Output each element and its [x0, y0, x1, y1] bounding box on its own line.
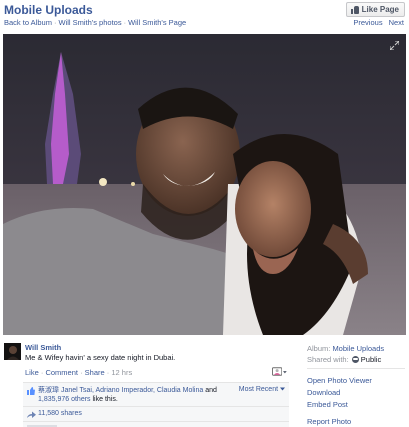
- author-name[interactable]: Will Smith: [25, 343, 61, 352]
- share-icon: [27, 411, 36, 418]
- breadcrumb-separator: ·: [53, 18, 57, 27]
- audience-selector[interactable]: [272, 366, 287, 377]
- sidebar-divider: [307, 368, 405, 369]
- like-page-label: Like Page: [361, 5, 399, 14]
- photo-tag-icon: [272, 367, 283, 376]
- others-link[interactable]: 1,835,976 others: [38, 396, 91, 403]
- thumbs-up-icon: [350, 5, 359, 14]
- post-timestamp[interactable]: 12 hrs: [111, 368, 132, 377]
- shares-count[interactable]: 11,580 shares: [38, 410, 82, 417]
- comment-preview: [23, 423, 289, 427]
- likes-text: 蔡淑瑋 Janel Tsai, Adriano Imperador, Claud…: [38, 387, 217, 403]
- breadcrumb-separator: ·: [123, 18, 127, 27]
- breadcrumb: Back to Album · Will Smith's photos · Will S…: [4, 18, 186, 27]
- post-actions: Like · Comment · Share · 12 hrs: [25, 368, 133, 377]
- liker-names[interactable]: 蔡淑瑋 Janel Tsai, Adriano Imperador, Claud…: [38, 387, 203, 394]
- report-photo-link[interactable]: Report Photo: [307, 417, 351, 426]
- shares-summary: 11,580 shares: [23, 407, 289, 422]
- page-header: Mobile Uploads Like Page Back to Album · W…: [0, 0, 409, 32]
- likes-summary: 蔡淑瑋 Janel Tsai, Adriano Imperador, Claud…: [23, 383, 289, 407]
- photos-link[interactable]: Will Smith's photos: [58, 18, 121, 27]
- shared-with-row: Shared with: Public: [307, 355, 382, 364]
- like-link[interactable]: Like: [25, 368, 39, 377]
- next-link[interactable]: Next: [389, 18, 404, 27]
- like-page-button[interactable]: Like Page: [345, 2, 405, 17]
- album-title[interactable]: Mobile Uploads: [4, 3, 93, 17]
- feedback-panel: 蔡淑瑋 Janel Tsai, Adriano Imperador, Claud…: [23, 382, 289, 427]
- album-row: Album: Mobile Uploads: [307, 344, 385, 353]
- avatar-image: [4, 343, 21, 360]
- post-caption: Me & Wifey havin' a sexy date night in D…: [25, 353, 176, 362]
- album-link[interactable]: Mobile Uploads: [332, 344, 384, 353]
- share-link[interactable]: Share: [85, 368, 105, 377]
- back-to-album-link[interactable]: Back to Album: [4, 18, 52, 27]
- previous-link[interactable]: Previous: [353, 18, 382, 27]
- open-photo-viewer-link[interactable]: Open Photo Viewer: [307, 376, 372, 385]
- main-photo[interactable]: [3, 34, 406, 335]
- page-link[interactable]: Will Smith's Page: [128, 18, 186, 27]
- download-link[interactable]: Download: [307, 388, 340, 397]
- globe-icon: [351, 356, 359, 363]
- photo-pager: Previous Next: [353, 18, 404, 27]
- like-icon: [27, 387, 35, 395]
- chevron-down-icon: [283, 370, 287, 373]
- photo-image: [3, 34, 406, 335]
- comment-link[interactable]: Comment: [45, 368, 78, 377]
- chevron-down-icon: [280, 387, 285, 391]
- expand-icon[interactable]: [390, 41, 399, 50]
- sort-dropdown[interactable]: Most Recent: [239, 386, 285, 393]
- author-avatar[interactable]: [4, 343, 21, 360]
- audience-value: Public: [360, 355, 382, 364]
- embed-post-link[interactable]: Embed Post: [307, 400, 348, 409]
